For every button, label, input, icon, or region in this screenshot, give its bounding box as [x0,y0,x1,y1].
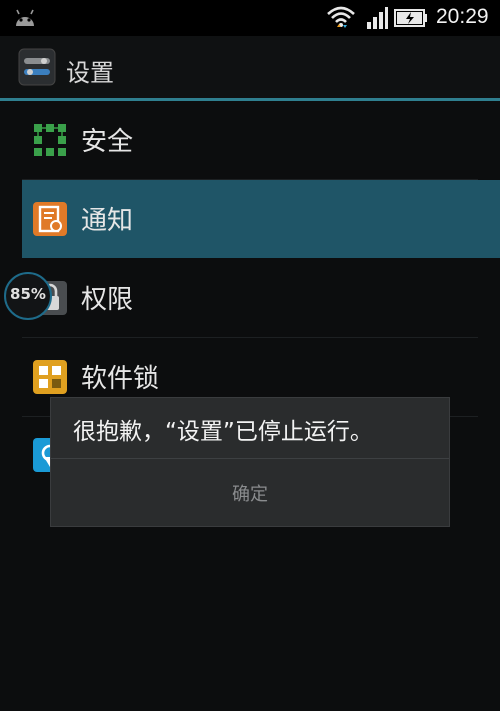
settings-app-icon[interactable] [18,48,56,86]
ok-button[interactable]: 确定 [51,459,449,526]
action-bar: 设置 [0,36,500,98]
list-item-notification[interactable]: 通知 [22,180,500,258]
list-item-label: 软件锁 [81,364,160,394]
battery-charging-icon [394,9,427,27]
list-item-label: 权限 [81,285,134,315]
android-icon [16,9,34,26]
page-title: 设置 [66,59,114,87]
memory-boost-widget[interactable]: 85% [4,272,52,320]
app-lock-icon [33,360,67,394]
wifi-icon [327,6,355,28]
error-dialog: 很抱歉，“设置”已停止运行。 确定 [50,397,450,527]
list-item-security[interactable]: 安全 [22,101,500,179]
list-item-permission[interactable]: 权限 [22,259,500,337]
list-item-label: 通知 [81,206,134,236]
notification-icon [33,202,67,236]
status-bar: 20:29 [0,0,500,36]
memory-percent: 85% [10,285,46,303]
status-time: 20:29 [436,5,489,28]
list-item-label: 安全 [81,127,134,157]
signal-icon [367,7,388,29]
dialog-message: 很抱歉，“设置”已停止运行。 [73,419,373,445]
security-grid-icon [34,124,66,156]
